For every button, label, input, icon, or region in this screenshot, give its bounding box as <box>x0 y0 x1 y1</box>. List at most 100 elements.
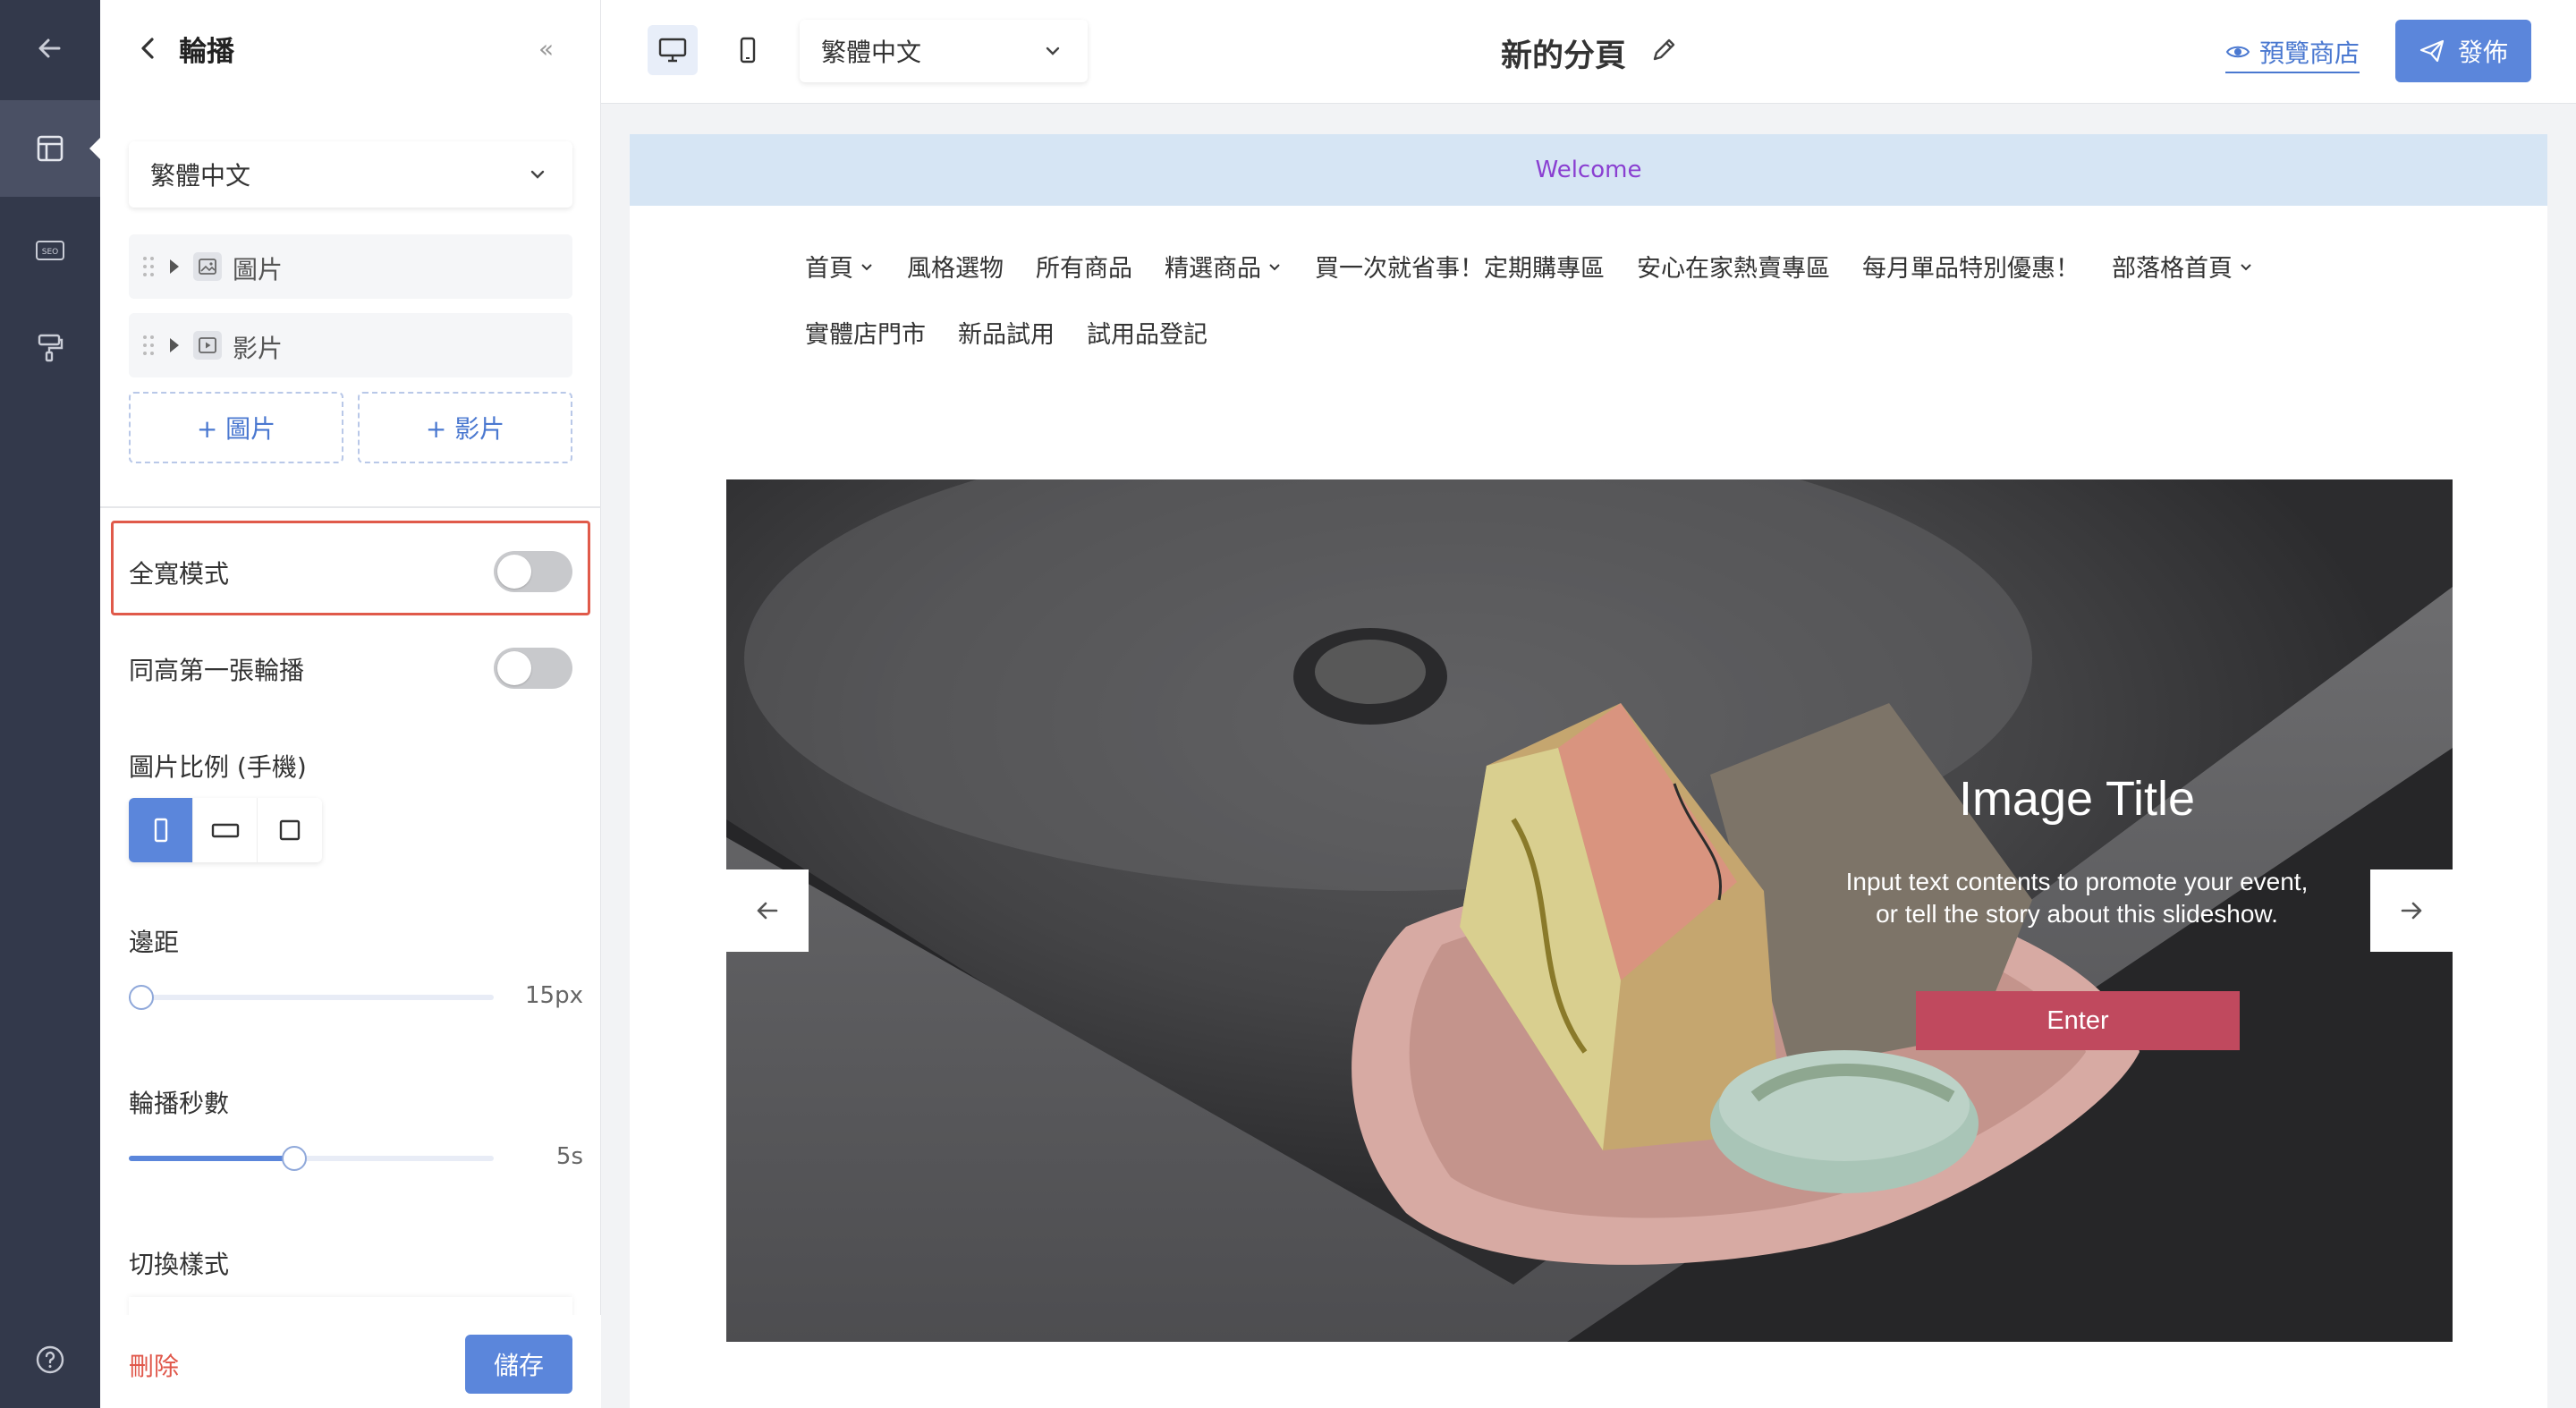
nav-item[interactable]: 風格選物 <box>907 249 1004 284</box>
image-ratio-label: 圖片比例 (手機) <box>129 752 307 782</box>
slide-item-label: 圖片 <box>233 255 284 284</box>
nav-item-label: 部落格首頁 <box>2112 255 2233 283</box>
slider-handle[interactable] <box>129 985 154 1010</box>
svg-text:SEO: SEO <box>42 248 58 257</box>
interval-value: 5s <box>555 1143 583 1170</box>
preview-language-select[interactable]: 繁體中文 <box>800 20 1088 82</box>
nav-item-label: 買一次就省事！定期購專區 <box>1315 255 1605 283</box>
interval-slider[interactable] <box>129 1146 494 1171</box>
nav-item[interactable]: 部落格首頁 <box>2112 249 2254 284</box>
section-divider <box>100 506 601 508</box>
nav-item[interactable]: 精選商品 <box>1165 249 1283 284</box>
interval-label: 輪播秒數 <box>129 1089 230 1118</box>
image-ratio-group <box>129 798 322 862</box>
nav-item-label: 所有商品 <box>1036 255 1132 283</box>
help-icon[interactable] <box>0 1311 100 1408</box>
left-rail: SEO <box>0 0 102 1408</box>
portrait-icon <box>154 818 167 843</box>
margin-slider[interactable] <box>129 985 494 1010</box>
nav-item-label: 風格選物 <box>907 255 1004 283</box>
save-button[interactable]: 儲存 <box>465 1335 572 1394</box>
chevron-left-icon[interactable] <box>132 32 165 64</box>
eye-icon <box>2225 46 2250 58</box>
page-title: 新的分頁 <box>1501 38 1627 74</box>
slide-item-video[interactable]: 影片 <box>129 313 572 377</box>
desktop-view-button[interactable] <box>648 25 698 75</box>
same-height-toggle[interactable] <box>494 648 572 689</box>
nav-item-label: 新品試用 <box>958 321 1055 349</box>
nav-item[interactable]: 首頁 <box>805 249 875 284</box>
slide-item-image[interactable]: 圖片 <box>129 234 572 299</box>
toggle-knob <box>497 555 531 589</box>
margin-value: 15px <box>525 982 583 1009</box>
expand-caret-icon[interactable] <box>170 259 179 274</box>
seo-icon[interactable]: SEO <box>0 202 100 299</box>
ratio-landscape-button[interactable] <box>193 798 258 862</box>
nav-item[interactable]: 試用品登記 <box>1087 315 1208 350</box>
slide-description-line-2: or tell the story about this slideshow. <box>1876 900 2278 928</box>
panel-footer: 刪除 儲存 <box>100 1315 601 1408</box>
enter-button[interactable]: Enter <box>1916 991 2240 1050</box>
pencil-icon[interactable] <box>1648 34 1680 66</box>
expand-caret-icon[interactable] <box>170 338 179 352</box>
preview-store-link[interactable]: 預覽商店 <box>2225 34 2360 73</box>
full-width-toggle[interactable] <box>494 551 572 592</box>
add-image-button[interactable]: + 圖片 <box>129 392 343 463</box>
nav-item-label: 試用品登記 <box>1087 321 1208 349</box>
preview-language-value: 繁體中文 <box>821 38 922 67</box>
chevron-down-icon <box>1269 263 1280 270</box>
preview-store-label: 預覽商店 <box>2259 38 2360 68</box>
add-video-button[interactable]: + 影片 <box>358 392 572 463</box>
nav-row-2: 實體店門市 新品試用 試用品登記 <box>805 315 1208 350</box>
delete-button[interactable]: 刪除 <box>129 1347 179 1383</box>
carousel-slide: Image Title Input text contents to promo… <box>726 479 2453 1342</box>
landscape-icon <box>211 823 239 838</box>
slider-handle[interactable] <box>282 1146 307 1171</box>
nav-item[interactable]: 買一次就省事！定期購專區 <box>1315 249 1605 284</box>
desktop-icon <box>658 38 687 63</box>
ratio-square-button[interactable] <box>258 798 322 862</box>
drag-handle-icon[interactable] <box>141 333 156 358</box>
slide-description-line-1: Input text contents to promote your even… <box>1845 868 2309 895</box>
next-slide-button[interactable] <box>2370 869 2453 952</box>
transition-label: 切換樣式 <box>129 1250 230 1279</box>
prev-slide-button[interactable] <box>726 869 809 952</box>
preview-canvas: Welcome 首頁 風格選物 所有商品 精選商品 買一次就省事！定期購專區 安心在家熱賣… <box>630 134 2547 1408</box>
publish-button[interactable]: 發佈 <box>2395 20 2531 82</box>
same-height-label: 同高第一張輪播 <box>129 656 305 685</box>
back-arrow-icon[interactable] <box>0 0 100 97</box>
top-toolbar: 繁體中文 新的分頁 預覽商店 發佈 <box>601 0 2576 104</box>
nav-item-label: 首頁 <box>805 255 853 283</box>
language-select[interactable]: 繁體中文 <box>129 141 572 208</box>
chevron-down-icon <box>861 263 872 270</box>
send-icon <box>2419 39 2445 63</box>
full-width-label: 全寬模式 <box>129 559 230 589</box>
publish-label: 發佈 <box>2457 38 2508 67</box>
margin-label: 邊距 <box>129 928 180 957</box>
paint-roller-icon[interactable] <box>0 299 100 395</box>
slide-item-label: 影片 <box>233 334 284 363</box>
nav-item-label: 實體店門市 <box>805 321 926 349</box>
drag-handle-icon[interactable] <box>141 254 156 279</box>
collapse-panel-icon[interactable]: « <box>538 34 554 64</box>
nav-item[interactable]: 所有商品 <box>1036 249 1132 284</box>
mobile-icon <box>740 37 756 64</box>
welcome-banner: Welcome <box>630 134 2547 206</box>
arrow-left-icon <box>757 902 778 920</box>
mobile-view-button[interactable] <box>723 25 773 75</box>
nav-row-1: 首頁 風格選物 所有商品 精選商品 買一次就省事！定期購專區 安心在家熱賣專區 每月單品特別… <box>805 249 2254 284</box>
language-select-value: 繁體中文 <box>150 161 251 191</box>
slider-fill <box>129 1156 294 1161</box>
chevron-down-icon <box>1046 47 1060 55</box>
nav-item[interactable]: 每月單品特別優惠！ <box>1862 249 2080 284</box>
chevron-down-icon <box>530 170 545 179</box>
chevron-down-icon <box>2241 263 2251 270</box>
nav-item[interactable]: 新品試用 <box>958 315 1055 350</box>
nav-item-label: 每月單品特別優惠！ <box>1862 255 2080 283</box>
nav-item[interactable]: 安心在家熱賣專區 <box>1637 249 1830 284</box>
layout-icon[interactable] <box>0 100 100 197</box>
nav-item-label: 精選商品 <box>1165 255 1261 283</box>
toggle-knob <box>497 651 531 685</box>
ratio-portrait-button[interactable] <box>129 798 193 862</box>
nav-item[interactable]: 實體店門市 <box>805 315 926 350</box>
